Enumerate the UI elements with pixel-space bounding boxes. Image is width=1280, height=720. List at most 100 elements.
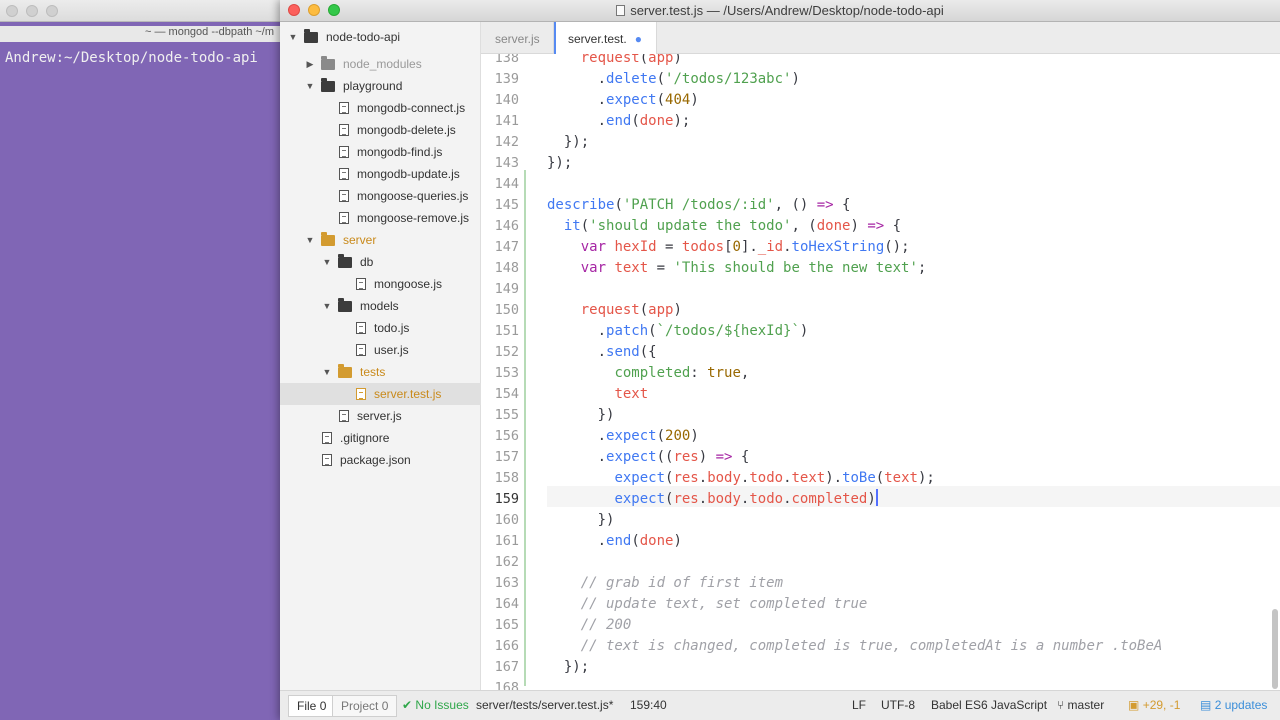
tree-item-playground[interactable]: ▼ playground	[280, 75, 481, 97]
line-number: 149	[494, 281, 519, 297]
issues-text: No Issues	[415, 698, 469, 712]
code-line: .send({	[597, 344, 657, 360]
code-line: // update text, set completed true	[580, 596, 868, 612]
code-line: })	[597, 407, 615, 423]
code-line: })	[597, 512, 615, 528]
terminal-prompt[interactable]: Andrew:~/Desktop/node-todo-api	[5, 50, 258, 66]
tree-item-file[interactable]: mongodb-connect.js	[280, 97, 481, 119]
cursor-position[interactable]: 159:40	[630, 698, 667, 712]
tree-item-db[interactable]: ▼ db	[280, 251, 481, 273]
code-line: .end(done);	[597, 113, 691, 129]
tree-item-label: server	[343, 233, 377, 247]
tree-item-label: playground	[343, 79, 403, 93]
git-diff-count[interactable]: ▣ +29, -1	[1128, 698, 1180, 712]
tree-item-label: user.js	[374, 343, 409, 357]
file-icon	[356, 322, 366, 334]
window-titlebar: server.test.js — /Users/Andrew/Desktop/n…	[280, 0, 1280, 22]
project-issues-button[interactable]: Project 0	[332, 695, 398, 717]
code-line: // 200	[580, 617, 632, 633]
tree-item-label: todo.js	[374, 321, 410, 335]
tree-item-file[interactable]: mongoose-queries.js	[280, 185, 481, 207]
tree-item-file[interactable]: mongoose-remove.js	[280, 207, 481, 229]
file-icon	[339, 146, 349, 158]
git-branch[interactable]: ⑂ master	[1057, 698, 1104, 712]
chevron-down-icon: ▼	[288, 32, 298, 42]
tree-item-models[interactable]: ▼ models	[280, 295, 481, 317]
file-issues-button[interactable]: File 0	[288, 695, 336, 717]
code-line: .expect(404)	[597, 92, 699, 108]
tree-item-label: server.test.js	[374, 387, 442, 401]
tree-item-file[interactable]: .gitignore	[280, 427, 481, 449]
folder-icon	[338, 297, 352, 312]
tree-item-label: mongodb-delete.js	[357, 123, 456, 137]
line-number: 155	[494, 407, 519, 423]
line-number: 161	[494, 533, 519, 549]
document-icon	[616, 5, 626, 16]
code-line: // text is changed, completed is true, c…	[580, 638, 1163, 654]
line-number: 138	[494, 54, 519, 66]
line-number: 154	[494, 386, 519, 402]
code-line: // grab id of first item	[580, 575, 784, 591]
tree-item-file[interactable]: mongoose.js	[280, 273, 481, 295]
line-ending[interactable]: LF	[852, 698, 866, 712]
tree-item-tests[interactable]: ▼ tests	[280, 361, 481, 383]
tree-item-file[interactable]: mongodb-update.js	[280, 163, 481, 185]
diff-text: +29, -1	[1142, 698, 1181, 712]
code-line: it('should update the todo', (done) => {	[563, 218, 902, 234]
line-number: 168	[494, 680, 519, 690]
tree-item-file[interactable]: user.js	[280, 339, 481, 361]
chevron-right-icon: ▶	[306, 58, 314, 69]
code-line: var text = 'This should be the new text'…	[580, 260, 927, 276]
linter-status[interactable]: ✔ No Issues	[402, 698, 469, 712]
file-icon	[322, 454, 332, 466]
tree-item-file[interactable]: mongodb-delete.js	[280, 119, 481, 141]
line-number: 141	[494, 113, 519, 129]
line-number: 165	[494, 617, 519, 633]
tree-item-file[interactable]: mongodb-find.js	[280, 141, 481, 163]
tree-item-label: node_modules	[343, 57, 422, 71]
tab-server-test-js[interactable]: server.test. ●	[553, 22, 657, 55]
code-line: request(app)	[580, 54, 682, 66]
project-label: Project	[341, 699, 379, 713]
file-icon	[339, 102, 349, 114]
tree-item-file[interactable]: todo.js	[280, 317, 481, 339]
terminal-window-controls	[6, 5, 58, 17]
tree-root[interactable]: ▼ node-todo-api	[280, 26, 481, 48]
vertical-scrollbar[interactable]	[1272, 609, 1278, 689]
line-number: 167	[494, 659, 519, 675]
line-number: 152	[494, 344, 519, 360]
tree-item-label: mongoose-remove.js	[357, 211, 470, 225]
editor-window: server.test.js — /Users/Andrew/Desktop/n…	[280, 0, 1280, 720]
line-number: 146	[494, 218, 519, 234]
tree-item-label: package.json	[340, 453, 411, 467]
chevron-down-icon: ▼	[305, 235, 315, 245]
line-number: 148	[494, 260, 519, 276]
tree-item-label: .gitignore	[340, 431, 390, 445]
tab-server-js[interactable]: server.js	[481, 22, 554, 54]
package-icon: ▤	[1200, 698, 1212, 712]
code-line: .expect(200)	[597, 428, 699, 444]
updates-text: 2 updates	[1214, 698, 1268, 712]
line-number-gutter: 138 139 140 141 142 143 144 145 146 147 148 149 150 1…	[481, 54, 525, 690]
grammar-selector[interactable]: Babel ES6 JavaScript	[931, 698, 1047, 712]
file-icon	[339, 168, 349, 180]
tree-item-file-selected[interactable]: server.test.js	[280, 383, 481, 405]
code-line: text	[614, 386, 649, 402]
tree-item-file[interactable]: package.json	[280, 449, 481, 471]
code-line: expect(res.body.todo.text).toBe(text);	[614, 470, 935, 486]
code-line: describe('PATCH /todos/:id', () => {	[547, 197, 851, 213]
tree-item-server[interactable]: ▼ server	[280, 229, 481, 251]
tree-item-label: mongodb-connect.js	[357, 101, 466, 115]
folder-icon	[338, 253, 352, 268]
package-updates[interactable]: ▤ 2 updates	[1200, 698, 1267, 712]
encoding[interactable]: UTF-8	[881, 698, 915, 712]
code-line: completed: true,	[614, 365, 750, 381]
file-path[interactable]: server/tests/server.test.js*	[476, 698, 613, 712]
line-number: 153	[494, 365, 519, 381]
code-editor[interactable]: 138 139 140 141 142 143 144 145 146 147 148 149 150 1…	[481, 54, 1280, 690]
tree-item-node-modules[interactable]: ▶ node_modules	[280, 53, 481, 75]
code-line: .patch(`/todos/${hexId}`)	[597, 323, 809, 339]
chevron-down-icon: ▼	[322, 301, 332, 311]
tree-item-file[interactable]: server.js	[280, 405, 481, 427]
chevron-down-icon: ▼	[305, 81, 315, 91]
